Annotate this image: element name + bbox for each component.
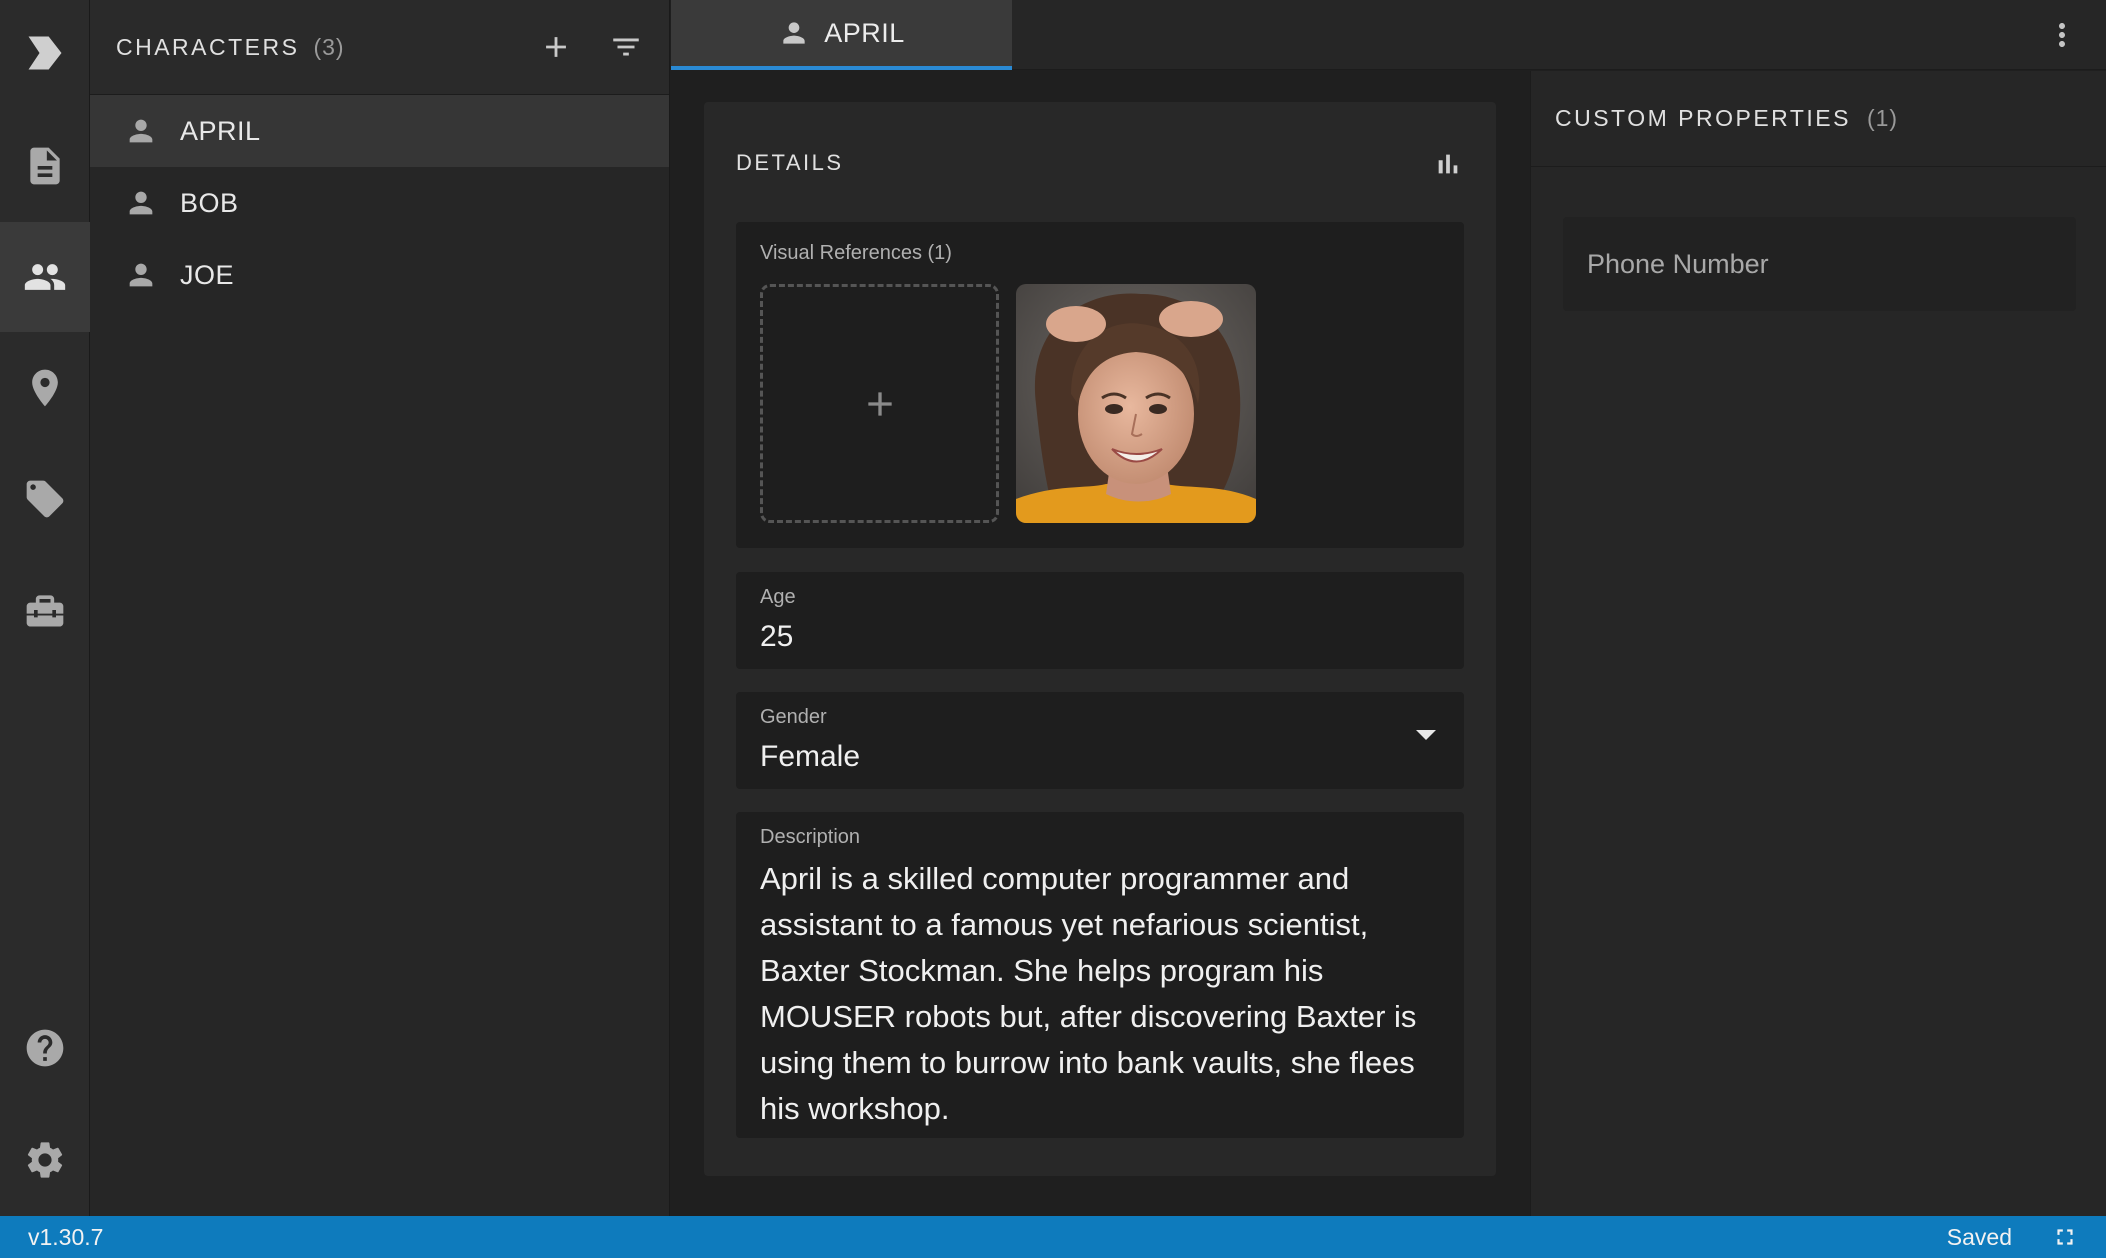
person-icon — [129, 263, 153, 287]
list-item[interactable]: BOB — [90, 167, 669, 239]
activity-bar — [0, 0, 90, 1216]
tab-april[interactable]: APRIL — [671, 0, 1012, 70]
custom-properties-title: CUSTOM PROPERTIES — [1555, 105, 1851, 131]
age-value[interactable]: 25 — [760, 620, 793, 654]
person-icon — [783, 22, 805, 44]
location-pin-icon[interactable] — [0, 333, 90, 443]
sidebar-count: (3) — [313, 33, 345, 60]
add-visual-reference-button[interactable] — [760, 284, 999, 523]
gender-label: Gender — [760, 706, 827, 728]
list-item-label: JOE — [180, 259, 235, 290]
main-editor: DETAILS Visual References (1) Age 25 Gen… — [671, 71, 1530, 1216]
status-bar: v1.30.7 Saved — [0, 1216, 2106, 1258]
person-icon — [129, 191, 153, 215]
save-status: Saved — [1946, 1223, 2012, 1250]
character-list: APRIL BOB JOE — [90, 95, 669, 311]
custom-properties-panel: CUSTOM PROPERTIES (1) — [1530, 71, 2106, 1216]
phone-number-field[interactable] — [1563, 217, 2076, 311]
more-options-button[interactable] — [2044, 17, 2080, 53]
list-item-label: BOB — [180, 187, 239, 218]
logo-icon[interactable] — [0, 0, 90, 105]
details-card: DETAILS Visual References (1) Age 25 Gen… — [704, 102, 1496, 1176]
help-icon[interactable] — [0, 993, 90, 1103]
age-label: Age — [760, 586, 796, 608]
visual-references-field: Visual References (1) — [736, 222, 1464, 548]
gender-select[interactable]: Gender Female — [736, 692, 1464, 789]
plus-icon — [867, 391, 892, 416]
filter-icon — [613, 38, 639, 56]
toolbox-icon[interactable] — [0, 555, 90, 665]
description-text[interactable]: April is a skilled computer programmer a… — [760, 856, 1450, 1132]
plus-icon — [546, 37, 566, 57]
visual-references-label: Visual References (1) — [760, 242, 952, 264]
settings-icon[interactable] — [0, 1105, 90, 1215]
version-label: v1.30.7 — [28, 1223, 104, 1250]
portrait-photo — [1016, 284, 1256, 523]
list-item-label: APRIL — [180, 115, 261, 146]
tab-label: APRIL — [824, 17, 905, 48]
visual-reference-image[interactable] — [1016, 284, 1256, 523]
fullscreen-icon — [2057, 1229, 2073, 1245]
description-field[interactable]: Description April is a skilled computer … — [736, 812, 1464, 1138]
filter-button[interactable] — [609, 30, 643, 64]
custom-properties-count: (1) — [1866, 105, 1899, 131]
gender-value[interactable]: Female — [760, 740, 860, 774]
person-icon — [129, 119, 153, 143]
dropdown-arrow-icon[interactable] — [1416, 730, 1436, 740]
list-item[interactable]: JOE — [90, 239, 669, 311]
sidebar-title: CHARACTERS — [116, 33, 300, 60]
custom-properties-header: CUSTOM PROPERTIES (1) — [1531, 71, 2106, 167]
add-character-button[interactable] — [539, 30, 573, 64]
details-title: DETAILS — [736, 150, 844, 175]
list-item[interactable]: APRIL — [90, 95, 669, 167]
tab-bar: APRIL — [671, 0, 2106, 70]
bar-chart-icon — [1438, 154, 1458, 174]
description-label: Description — [760, 826, 861, 848]
tag-icon[interactable] — [0, 444, 90, 554]
fullscreen-button[interactable] — [2052, 1224, 2078, 1250]
age-field[interactable]: Age 25 — [736, 572, 1464, 669]
more-vert-icon — [2059, 23, 2065, 47]
characters-sidebar: CHARACTERS (3) APRIL BOB JOE — [90, 0, 670, 1216]
document-icon[interactable] — [0, 111, 90, 221]
stats-button[interactable] — [1432, 148, 1464, 180]
sidebar-header: CHARACTERS (3) — [90, 0, 669, 95]
characters-icon[interactable] — [0, 222, 90, 332]
